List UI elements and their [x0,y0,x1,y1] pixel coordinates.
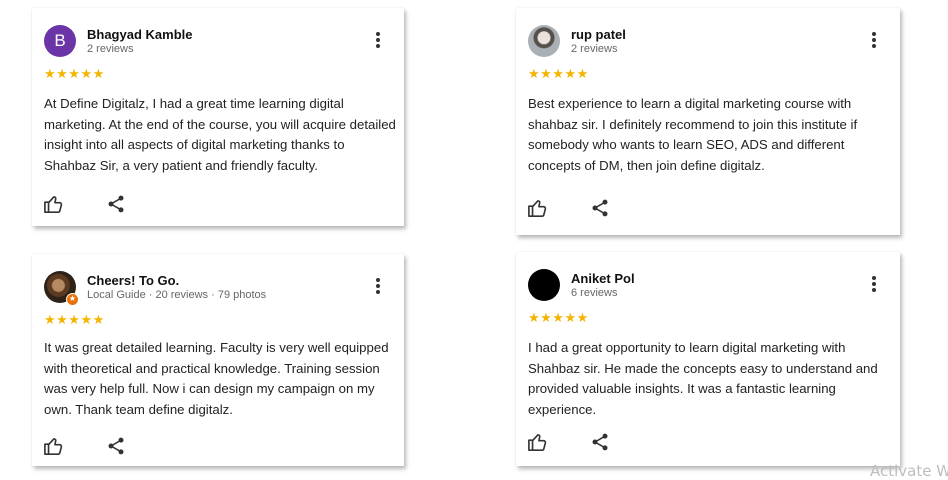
local-guide-badge-icon: ★ [66,293,79,306]
review-text: At Define Digitalz, I had a great time l… [44,96,396,173]
reviewer-meta: Local Guide · 20 reviews · 79 photos [87,289,267,301]
thumbs-up-icon[interactable] [43,436,65,456]
share-icon[interactable] [106,194,126,214]
review-text: It was great detailed learning. Faculty … [44,340,389,417]
reviewer-name[interactable]: Cheers! To Go. [87,273,179,288]
review-card: B Bhagyad Kamble 2 reviews ★★★★★ At Defi… [32,8,404,226]
reviewer-name[interactable]: Aniket Pol [571,271,635,286]
more-vert-icon[interactable] [376,32,380,48]
reviewer-meta: 2 reviews [571,43,618,55]
review-card: Aniket Pol 6 reviews ★★★★★ I had a great… [516,252,900,466]
star-rating: ★★★★★ [528,310,589,325]
review-card: ★ Cheers! To Go. Local Guide · 20 review… [32,254,404,466]
more-vert-icon[interactable] [872,32,876,48]
reviewer-meta: 2 reviews [87,43,134,55]
share-icon[interactable] [590,198,610,218]
share-icon[interactable] [590,432,610,452]
avatar[interactable]: B [44,25,76,57]
avatar[interactable]: ★ [44,271,79,306]
review-card: rup patel 2 reviews ★★★★★ Best experienc… [516,8,900,235]
reviewer-meta: 6 reviews [571,287,618,299]
star-rating: ★★★★★ [44,312,105,327]
thumbs-up-icon[interactable] [43,194,65,214]
share-icon[interactable] [106,436,126,456]
review-text: Best experience to learn a digital marke… [528,96,858,173]
star-rating: ★★★★★ [44,66,105,81]
star-rating: ★★★★★ [528,66,589,81]
thumbs-up-icon[interactable] [527,432,549,452]
avatar[interactable] [528,269,560,301]
reviewer-name[interactable]: rup patel [571,27,626,42]
thumbs-up-icon[interactable] [527,198,549,218]
more-vert-icon[interactable] [872,276,876,292]
reviewer-name[interactable]: Bhagyad Kamble [87,27,192,42]
review-text: I had a great opportunity to learn digit… [528,340,878,417]
more-vert-icon[interactable] [376,278,380,294]
avatar[interactable] [528,25,560,57]
activation-watermark: Activate W [870,462,948,480]
